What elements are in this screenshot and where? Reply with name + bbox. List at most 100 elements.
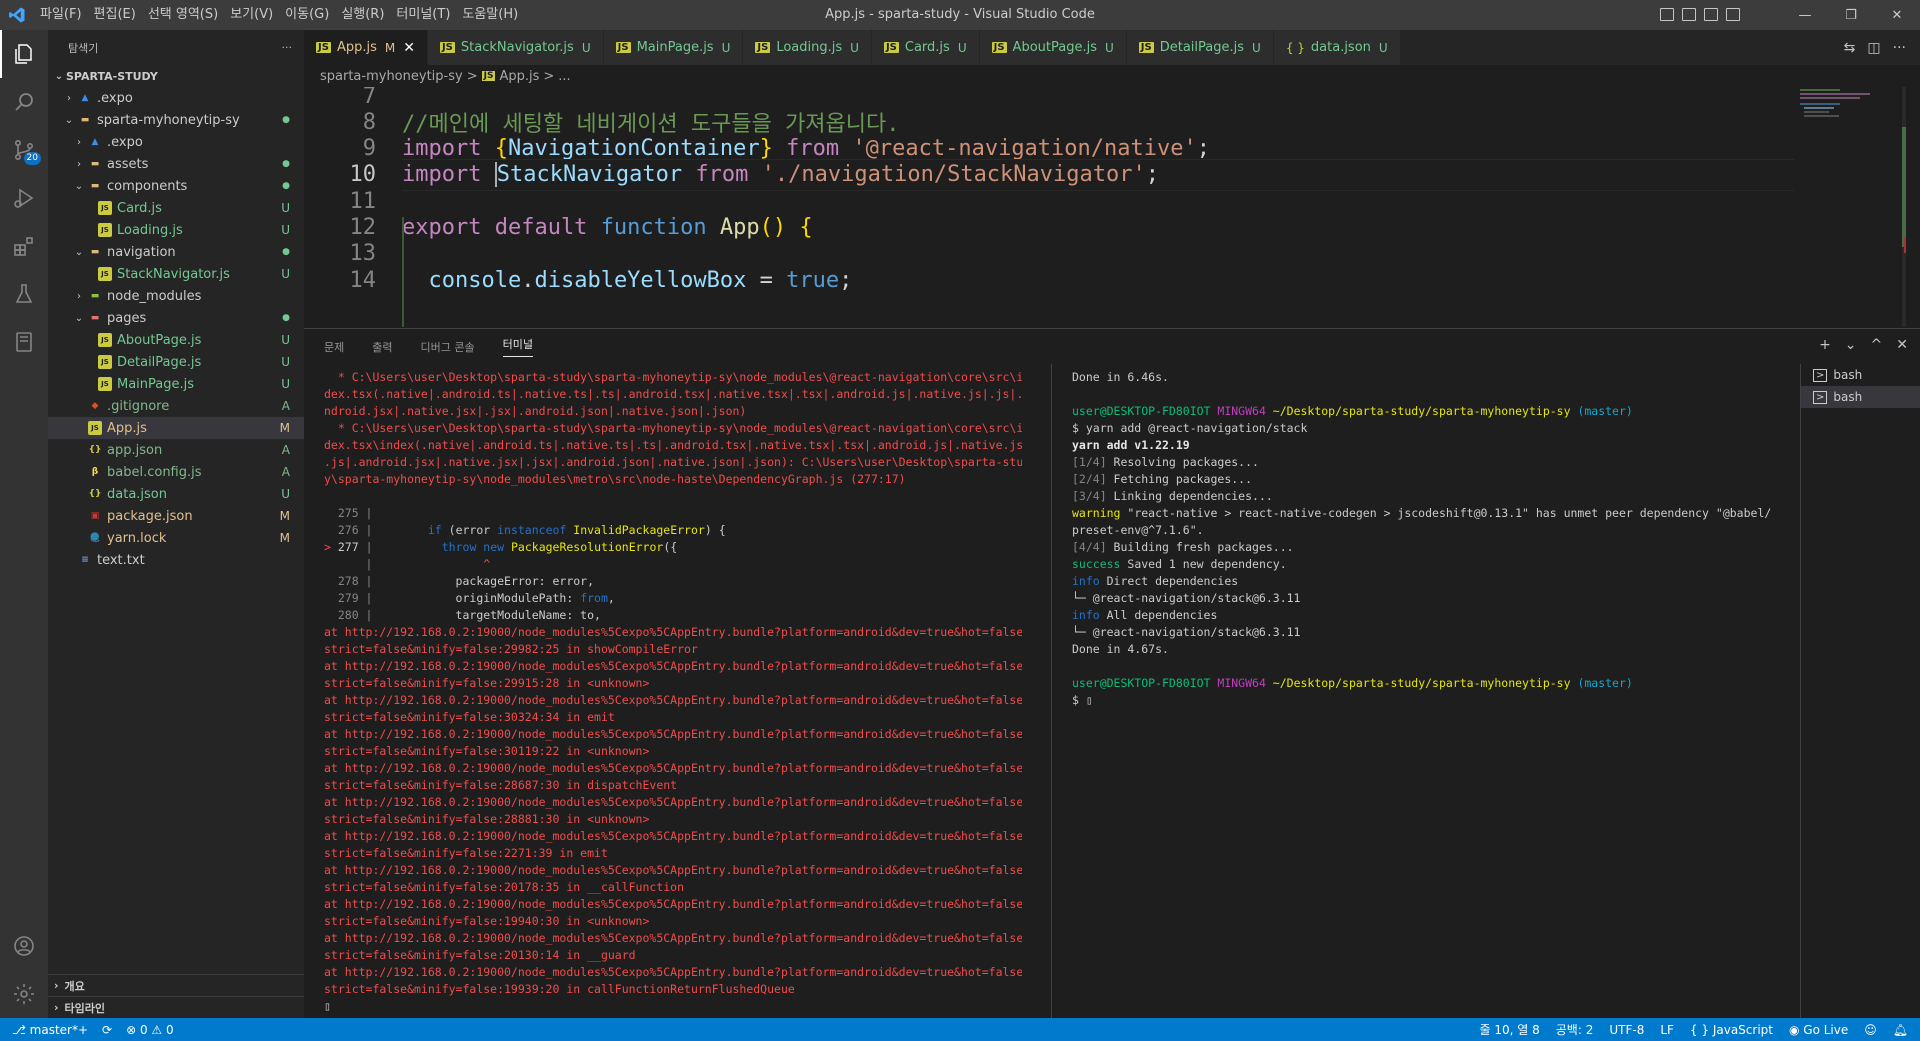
close-tab-icon[interactable]: ✕	[403, 40, 415, 56]
indentation[interactable]: 공백: 2	[1556, 1021, 1594, 1038]
source-control-icon[interactable]: 20	[0, 126, 48, 174]
tree-item[interactable]: ⌄ ▬ sparta-myhoneytip-sy ●	[48, 109, 304, 131]
tree-item[interactable]: JS App.js M	[48, 417, 304, 439]
menu-item[interactable]: 터미널(T)	[390, 0, 456, 30]
toggle-panel-icon[interactable]	[1682, 8, 1696, 21]
tree-item[interactable]: JS MainPage.js U	[48, 373, 304, 395]
editor-tab[interactable]: JS App.js M ✕	[304, 30, 428, 65]
extensions-icon[interactable]	[0, 222, 48, 270]
code-editor[interactable]: 7 8//메인에 세팅할 네비게이션 도구들을 가져옵니다. 9 import {Na…	[304, 87, 1920, 327]
menu-item[interactable]: 파일(F)	[34, 0, 88, 30]
minimap[interactable]	[1798, 87, 1908, 327]
folder-icon: ▬	[90, 159, 100, 169]
tree-item[interactable]: ⌄ ▬ components ●	[48, 175, 304, 197]
compare-changes-icon[interactable]: ⇆	[1844, 40, 1856, 56]
tree-item[interactable]: JS AboutPage.js U	[48, 329, 304, 351]
new-terminal-button[interactable]: +	[1819, 337, 1831, 353]
menu-item[interactable]: 이동(G)	[279, 0, 335, 30]
tree-item[interactable]: › ▲ .expo	[48, 131, 304, 153]
problems-indicator[interactable]: ⊗ 0 ⚠ 0	[126, 1023, 174, 1037]
terminal-split-divider[interactable]	[1051, 364, 1052, 1019]
tree-item[interactable]: › ▬ node_modules	[48, 285, 304, 307]
code-token: function	[600, 215, 720, 240]
tree-item[interactable]: › ▲ .expo	[48, 87, 304, 109]
javascript-file-icon: JS	[439, 42, 455, 53]
outline-section[interactable]: › 개요	[48, 974, 304, 996]
menu-item[interactable]: 선택 영역(S)	[142, 0, 224, 30]
tree-item[interactable]: JS Card.js U	[48, 197, 304, 219]
settings-gear-icon[interactable]	[0, 970, 48, 1018]
tree-item[interactable]: JS StackNavigator.js U	[48, 263, 304, 285]
tree-item[interactable]: {} app.json A	[48, 439, 304, 461]
customize-layout-icon[interactable]	[1726, 8, 1740, 21]
tree-item[interactable]: JS Loading.js U	[48, 219, 304, 241]
menu-item[interactable]: 보기(V)	[224, 0, 279, 30]
tree-item[interactable]: {} data.json U	[48, 483, 304, 505]
tree-item[interactable]: β babel.config.js A	[48, 461, 304, 483]
close-panel-icon[interactable]: ✕	[1896, 337, 1908, 353]
terminal-text: 279 |	[324, 591, 373, 605]
cursor-position[interactable]: 줄 10, 열 8	[1480, 1021, 1540, 1038]
toggle-secondary-sidebar-icon[interactable]	[1704, 8, 1718, 21]
editor-tab[interactable]: JS MainPage.js U	[603, 30, 744, 65]
menu-item[interactable]: 실행(R)	[335, 0, 390, 30]
close-button[interactable]: ✕	[1874, 8, 1920, 23]
editor-tab[interactable]: JS AboutPage.js U	[979, 30, 1127, 65]
testing-icon[interactable]	[0, 270, 48, 318]
explorer-header: 탐색기 ···	[48, 30, 304, 65]
tree-item[interactable]: ⌄ ▬ pages ●	[48, 307, 304, 329]
tree-item[interactable]: › ▬ assets ●	[48, 153, 304, 175]
panel-tab[interactable]: 디버그 콘솔	[421, 339, 475, 355]
editor-tab[interactable]: JS Card.js U	[871, 30, 980, 65]
end-of-line[interactable]: LF	[1660, 1023, 1674, 1037]
split-editor-icon[interactable]: ◫	[1867, 40, 1880, 56]
menu-item[interactable]: 편집(E)	[88, 0, 142, 30]
workspace-root[interactable]: ⌄ SPARTA-STUDY	[48, 65, 304, 87]
tree-item[interactable]: ≡ text.txt	[48, 549, 304, 571]
restore-button[interactable]: ❐	[1828, 8, 1874, 23]
explorer-icon[interactable]	[0, 30, 48, 78]
editor-tab[interactable]: JS Loading.js U	[743, 30, 872, 65]
search-icon[interactable]	[0, 78, 48, 126]
tree-item[interactable]: ◆ .gitignore A	[48, 395, 304, 417]
code-token: }	[759, 136, 773, 162]
breadcrumb-file[interactable]: App.js	[499, 69, 539, 84]
remote-explorer-icon[interactable]	[0, 318, 48, 366]
explorer-more-button[interactable]: ···	[282, 41, 293, 54]
account-icon[interactable]	[0, 922, 48, 970]
tree-item[interactable]: 🧶︎ yarn.lock M	[48, 527, 304, 549]
maximize-panel-icon[interactable]: ^	[1871, 337, 1883, 353]
tree-item[interactable]: ▣ package.json M	[48, 505, 304, 527]
terminal-dropdown-icon[interactable]: ⌄	[1845, 337, 1857, 353]
branch-indicator[interactable]: ⎇ master*+	[12, 1023, 88, 1037]
run-debug-icon[interactable]	[0, 174, 48, 222]
panel-tab[interactable]: 터미널	[502, 336, 533, 357]
code-line[interactable]: 14 console.disableYellowBox = true;	[304, 264, 1794, 296]
terminal-list-item[interactable]: > bash	[1801, 364, 1920, 386]
more-actions-icon[interactable]: ···	[1893, 40, 1906, 56]
terminal-left[interactable]: * C:\Users\user\Desktop\sparta-study\spa…	[324, 369, 1022, 1014]
editor-tab[interactable]: { } data.json U	[1273, 30, 1401, 65]
notifications-bell-icon[interactable]: 🔔︎	[1893, 1023, 1908, 1037]
minimize-button[interactable]: —	[1782, 8, 1828, 23]
tree-item[interactable]: JS DetailPage.js U	[48, 351, 304, 373]
editor-tab[interactable]: JS DetailPage.js U	[1126, 30, 1274, 65]
timeline-section[interactable]: › 타임라인	[48, 996, 304, 1018]
encoding[interactable]: UTF-8	[1609, 1023, 1644, 1037]
editor-tab[interactable]: JS StackNavigator.js U	[427, 30, 604, 65]
panel-tab[interactable]: 문제	[324, 339, 344, 355]
sync-icon[interactable]: ⟳	[102, 1023, 112, 1037]
breadcrumb-symbol[interactable]: ...	[558, 69, 570, 84]
panel-tab[interactable]: 출력	[372, 339, 392, 355]
terminal-line: info Direct dependencies	[1072, 573, 1792, 590]
language-mode[interactable]: { } JavaScript	[1690, 1023, 1773, 1037]
terminal-right[interactable]: Done in 6.46s. user@DESKTOP-FD80IOT MINGW…	[1072, 369, 1792, 1014]
terminal-line: └─ @react-navigation/stack@6.3.11	[1072, 624, 1792, 641]
go-live-button[interactable]: ◉ Go Live	[1789, 1023, 1848, 1037]
terminal-list-item[interactable]: > bash	[1801, 386, 1920, 408]
menu-item[interactable]: 도움말(H)	[456, 0, 524, 30]
breadcrumb-folder[interactable]: sparta-myhoneytip-sy	[320, 69, 463, 84]
feedback-icon[interactable]: ☺	[1864, 1023, 1877, 1037]
tree-item[interactable]: ⌄ ▬ navigation ●	[48, 241, 304, 263]
toggle-sidebar-icon[interactable]	[1660, 8, 1674, 21]
